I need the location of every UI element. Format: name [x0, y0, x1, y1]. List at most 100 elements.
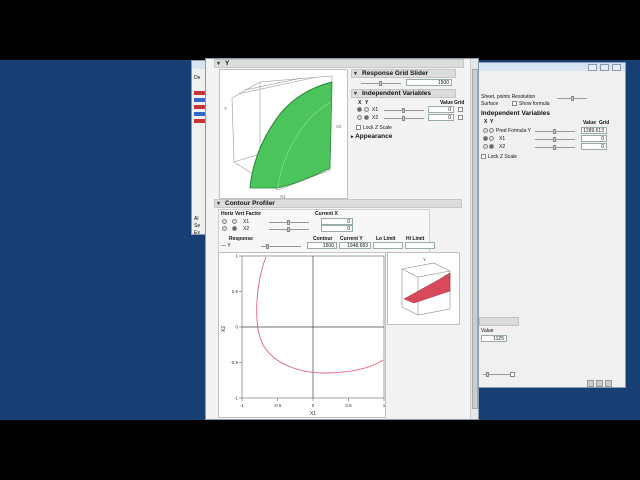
x1-value-field[interactable]: 0: [581, 135, 607, 142]
pred-value-field[interactable]: 1289.613: [581, 127, 607, 134]
x2-x-radio-main[interactable]: [357, 115, 362, 120]
contour-slider[interactable]: [261, 244, 301, 249]
hi-limit-field[interactable]: [405, 242, 435, 249]
x1-slider-main[interactable]: [384, 108, 424, 113]
show-formula-checkbox[interactable]: [512, 101, 517, 106]
response-header: Response: [229, 236, 253, 242]
grid-slider-title: Response Grid Slider: [362, 70, 429, 77]
right-bottom-checkbox[interactable]: [510, 372, 515, 377]
y-outline-header[interactable]: ▾ Y: [214, 59, 464, 68]
right-value-field[interactable]: 1125: [481, 335, 507, 342]
right-bottom-slider[interactable]: [483, 372, 513, 377]
x1-y-radio-main[interactable]: [364, 107, 369, 112]
grid-slider-value[interactable]: 1500: [406, 79, 452, 86]
right-col-grid: Grid: [599, 120, 610, 126]
right-indep-title[interactable]: Independent Variables: [481, 110, 550, 117]
cp-x2-value[interactable]: 0: [321, 225, 353, 232]
cp-x1-slider[interactable]: [269, 220, 309, 225]
x2-y-radio[interactable]: [489, 144, 494, 149]
lock-z-label: Lock Z Scale: [363, 125, 392, 131]
x-tick-label: 0.5: [345, 403, 352, 408]
cp-x2-label: X2: [243, 226, 250, 232]
x2-slider[interactable]: [535, 145, 575, 150]
status-icons: [587, 380, 617, 387]
contour-controls: Horiz Vert Factor Current X X1 0 X2 0 Re…: [218, 209, 435, 253]
right-background-window[interactable]: Sheet, points Resolution Surface Show fo…: [474, 62, 626, 388]
x2-y-radio-main[interactable]: [364, 115, 369, 120]
contour-plot-panel[interactable]: -1 -0.5 0 0.5 1 1 0.5 0 -0.5 -1 X1 X2: [218, 252, 386, 418]
appearance-toggle[interactable]: ▸ Appearance: [351, 133, 392, 140]
surface-label: Surface: [481, 101, 499, 107]
cp-x1-value[interactable]: 0: [321, 218, 353, 225]
maximize-icon[interactable]: [600, 64, 609, 71]
grid-top: [237, 76, 318, 95]
cp-x2-horiz-radio[interactable]: [222, 226, 227, 231]
current-x-label: Current X: [315, 211, 338, 217]
x1-label-main: X1: [372, 107, 379, 113]
x1-slider[interactable]: [535, 137, 575, 142]
x2-value-main[interactable]: 0: [428, 114, 454, 121]
x2-label-main: X2: [372, 115, 379, 121]
x1-x-radio-main[interactable]: [357, 107, 362, 112]
y-tick-label: -1: [234, 396, 238, 401]
indep-col-grid: Grid: [454, 100, 465, 106]
pred-y-radio[interactable]: [489, 128, 494, 133]
contour-plot-svg[interactable]: -1 -0.5 0 0.5 1 1 0.5 0 -0.5 -1 X1 X2: [219, 253, 387, 419]
x-tick-label: 1: [383, 403, 386, 408]
indep-col-x: X: [358, 100, 362, 106]
mini-3d-panel[interactable]: Y: [387, 252, 460, 325]
x2-label: X2: [499, 144, 506, 150]
right-lock-z-checkbox[interactable]: [481, 154, 486, 159]
grid-slider[interactable]: [361, 81, 401, 86]
cp-x1-horiz-radio[interactable]: [222, 219, 227, 224]
surface-plot-panel[interactable]: Y X1 X2: [219, 69, 348, 199]
grid-slider-header[interactable]: ▾ Response Grid Slider: [351, 69, 456, 78]
left-label-0: De: [194, 75, 201, 81]
x1-value-main[interactable]: 0: [428, 106, 454, 113]
x2-x-radio[interactable]: [483, 144, 488, 149]
resolution-slider[interactable]: [557, 96, 587, 101]
right-top-text: Sheet, points Resolution: [481, 94, 536, 100]
right-section-bar: [479, 317, 519, 326]
y-outline-title: Y: [225, 60, 230, 67]
pred-x-radio[interactable]: [483, 128, 488, 133]
y-tick-label: 1: [235, 254, 238, 259]
main-window[interactable]: ▾ Y Y X1 X2 ▾ Response Grid Slider 1500 ▾ I…: [205, 58, 479, 420]
appearance-disclosure-icon: ▸: [351, 134, 354, 140]
cp-x1-vert-radio[interactable]: [232, 219, 237, 224]
pred-slider[interactable]: [535, 129, 575, 134]
right-col-x: X: [484, 119, 488, 125]
x1-y-radio[interactable]: [489, 136, 494, 141]
cp-x2-slider[interactable]: [269, 227, 309, 232]
contour-profiler-title: Contour Profiler: [225, 200, 275, 207]
x2-grid-checkbox[interactable]: [458, 115, 463, 120]
tick-label: Y: [224, 106, 227, 111]
x-tick-label: 0: [312, 403, 315, 408]
tick-label: X2: [336, 124, 342, 129]
x1-grid-checkbox[interactable]: [458, 107, 463, 112]
right-window-titlebar: [475, 63, 625, 71]
x2-value-field[interactable]: 0: [581, 143, 607, 150]
mini-3d-svg[interactable]: Y: [388, 253, 461, 326]
vertical-scrollbar[interactable]: [470, 59, 478, 419]
lock-z-checkbox[interactable]: [356, 125, 361, 130]
cp-x2-vert-radio[interactable]: [232, 226, 237, 231]
minimize-icon[interactable]: [588, 64, 597, 71]
green-surface: [249, 81, 333, 189]
x1-x-radio[interactable]: [483, 136, 488, 141]
contour-value-field[interactable]: 1500: [307, 242, 337, 249]
indep-vars-header[interactable]: ▾ Independent Variables: [351, 89, 456, 98]
pred-formula-label: Pred Formula Y: [496, 128, 531, 134]
contour-profiler-header[interactable]: ▾ Contour Profiler: [214, 199, 462, 208]
red-surface: [403, 272, 451, 304]
cp-x1-label: X1: [243, 219, 250, 225]
close-icon[interactable]: [612, 64, 621, 71]
scrollbar-thumb[interactable]: [472, 69, 478, 409]
surface-plot-svg[interactable]: Y X1 X2: [220, 70, 349, 200]
show-formula-label: Show formula: [519, 101, 550, 107]
mini-3d-top-label: Y: [423, 257, 426, 262]
right-col-y: Y: [490, 119, 494, 125]
x2-slider-main[interactable]: [384, 116, 424, 121]
current-y-value-field: 1948.683: [339, 242, 371, 249]
lo-limit-field[interactable]: [373, 242, 403, 249]
